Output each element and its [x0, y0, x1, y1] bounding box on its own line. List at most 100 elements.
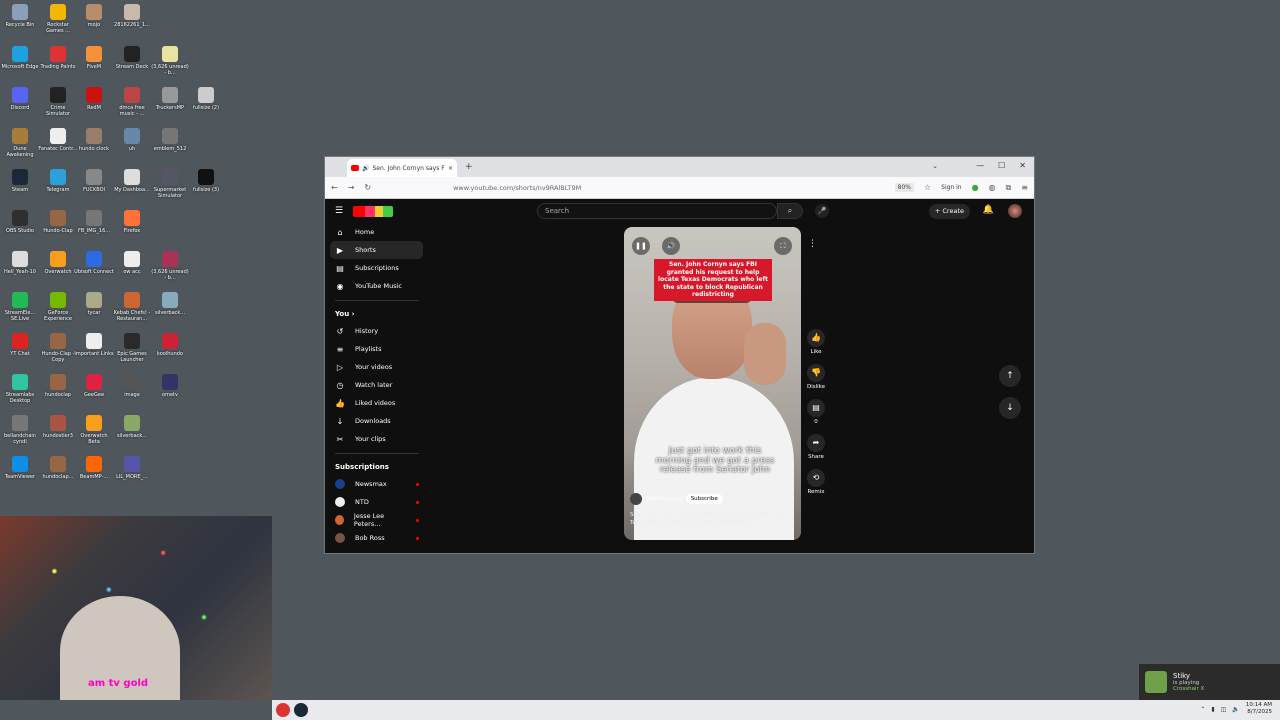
desktop-icon[interactable]: FB_IMG_16...: [74, 210, 114, 234]
subscription-channel[interactable]: Bob Ross: [325, 529, 429, 547]
desktop-icon[interactable]: LIL_MORE_...: [112, 456, 152, 480]
desktop-icon[interactable]: Overwatch Beta: [74, 415, 114, 445]
sidebar-item-downloads[interactable]: ↓ Downloads: [325, 412, 429, 430]
steam-notification-toast[interactable]: Stiky is playing Crosshair X: [1139, 664, 1280, 700]
desktop-icon[interactable]: OBS Studio: [0, 210, 40, 234]
sidebar-item-youtube-music[interactable]: ◉ YouTube Music: [325, 277, 429, 295]
hamburger-menu-icon[interactable]: ☰: [335, 206, 343, 216]
desktop-icon[interactable]: Overwatch: [38, 251, 78, 275]
desktop-icon[interactable]: Trading Paints: [38, 46, 78, 70]
desktop-icon[interactable]: fullsize (3): [186, 169, 226, 193]
back-icon[interactable]: ←: [331, 183, 338, 192]
like-button[interactable]: 👍 Like: [805, 329, 827, 355]
volume-tray-icon[interactable]: 🔈: [1232, 706, 1239, 713]
desktop-icon[interactable]: hundoclap...: [38, 456, 78, 480]
desktop-icon[interactable]: Hundo-Clap - Copy: [38, 333, 78, 363]
desktop-icon[interactable]: tycar: [74, 292, 114, 316]
bookmark-star-icon[interactable]: ☆: [924, 183, 931, 192]
desktop-icon[interactable]: Stream Deck: [112, 46, 152, 70]
desktop-icon[interactable]: Hundo-Clap: [38, 210, 78, 234]
desktop-icon[interactable]: GeeGee: [74, 374, 114, 398]
remix-button[interactable]: ⟲ Remix: [805, 469, 827, 495]
desktop-icon[interactable]: ow acc: [112, 251, 152, 275]
desktop-icon[interactable]: 28162261_1...: [112, 4, 152, 28]
desktop-icon[interactable]: dmca free music - ...: [112, 87, 152, 117]
desktop-icon[interactable]: Dune Awakening: [0, 128, 40, 158]
desktop-icon[interactable]: ometv: [150, 374, 190, 398]
desktop-icon[interactable]: fullsize (2): [186, 87, 226, 111]
desktop-icon[interactable]: Important Links: [74, 333, 114, 357]
desktop-icon[interactable]: koolhundo: [150, 333, 190, 357]
desktop-icon[interactable]: Steam: [0, 169, 40, 193]
desktop-icon[interactable]: TruckersMP: [150, 87, 190, 111]
sidebar-item-watch-later[interactable]: ◷ Watch later: [325, 376, 429, 394]
desktop-icon[interactable]: YT Chat: [0, 333, 40, 357]
desktop-icon[interactable]: uh: [112, 128, 152, 152]
desktop-icon[interactable]: Rockstar Games ...: [38, 4, 78, 34]
desktop-icon[interactable]: hundo clock: [74, 128, 114, 152]
desktop-icon[interactable]: (3,626 unread) - b...: [150, 46, 190, 76]
network-icon[interactable]: ◫: [1221, 706, 1227, 713]
dislike-button[interactable]: 👎 Dislike: [805, 364, 827, 390]
channel-avatar[interactable]: [630, 493, 642, 505]
sidebar-item-subscriptions[interactable]: ▤ Subscriptions: [325, 259, 429, 277]
desktop-icon[interactable]: bellandchain cyndi: [0, 415, 40, 445]
desktop-icon[interactable]: Hell_Yeah-10: [0, 251, 40, 275]
subscribe-button[interactable]: Subscribe: [685, 494, 723, 504]
close-window-icon[interactable]: ✕: [1019, 161, 1026, 170]
sidebar-item-shorts[interactable]: ▶ Shorts: [330, 241, 423, 259]
shorts-player[interactable]: ❚❚ 🔊 ⛶ Sen. John Cornyn says FBI granted…: [624, 227, 801, 540]
browser-menu-icon[interactable]: ≡: [1021, 183, 1028, 192]
desktop-icon[interactable]: StreamEle... SE.Live: [0, 292, 40, 322]
close-tab-icon[interactable]: ×: [448, 165, 453, 172]
forward-icon[interactable]: →: [348, 183, 355, 192]
battery-icon[interactable]: ▮: [1211, 706, 1214, 713]
new-tab-button[interactable]: +: [465, 162, 473, 172]
previous-short-arrow-up-icon[interactable]: ↑: [999, 365, 1021, 387]
search-icon[interactable]: ⌕: [777, 203, 803, 219]
sign-in-button[interactable]: Sign in: [941, 184, 961, 191]
account-icon[interactable]: ◍: [989, 183, 996, 192]
desktop-icon[interactable]: mojo: [74, 4, 114, 28]
comments-button[interactable]: ▤ 0: [805, 399, 827, 425]
desktop-icon[interactable]: (3,626 unread) - b...: [150, 251, 190, 281]
desktop-icon[interactable]: emblem_512: [150, 128, 190, 152]
sidebar-item-liked-videos[interactable]: 👍 Liked videos: [325, 394, 429, 412]
sidebar-item-your-clips[interactable]: ✂ Your clips: [325, 430, 429, 448]
microphone-icon[interactable]: 🎤: [815, 204, 829, 218]
create-button[interactable]: + Create: [928, 204, 970, 219]
youtube-logo[interactable]: [353, 205, 394, 217]
desktop-icon[interactable]: Streamlabs Desktop: [0, 374, 40, 404]
subscription-channel[interactable]: NTD: [325, 493, 429, 511]
share-button[interactable]: ➦ Share: [805, 434, 827, 460]
desktop-icon[interactable]: Supermarket Simulator: [150, 169, 190, 199]
desktop-icon[interactable]: Telegram: [38, 169, 78, 193]
taskbar-clock[interactable]: 10:14 AM 8/7/2025: [1246, 702, 1272, 716]
subscription-channel[interactable]: Newsmax: [325, 475, 429, 493]
desktop-icon[interactable]: hundostier3: [38, 415, 78, 439]
desktop-icon[interactable]: Discord: [0, 87, 40, 111]
search-input[interactable]: Search: [537, 203, 777, 219]
sidebar-item-home[interactable]: ⌂ Home: [325, 223, 429, 241]
desktop-icon[interactable]: Fanatec Contr...: [38, 128, 78, 152]
fullscreen-icon[interactable]: ⛶: [774, 237, 792, 255]
sidebar-item-playlists[interactable]: ≡ Playlists: [325, 340, 429, 358]
desktop-icon[interactable]: silverback...: [112, 415, 152, 439]
desktop-icon[interactable]: Epic Games Launcher: [112, 333, 152, 363]
desktop-icon[interactable]: FiveM: [74, 46, 114, 70]
desktop-icon[interactable]: TeamViewer: [0, 456, 40, 480]
desktop-icon[interactable]: Recycle Bin: [0, 4, 40, 28]
desktop-icon[interactable]: My Dashboa...: [112, 169, 152, 193]
minimize-icon[interactable]: —: [976, 161, 984, 170]
maximize-icon[interactable]: ☐: [998, 161, 1005, 170]
tray-chevron-up-icon[interactable]: ⌃: [1200, 706, 1205, 713]
desktop-icon[interactable]: RedM: [74, 87, 114, 111]
volume-icon[interactable]: 🔊: [662, 237, 680, 255]
desktop-icon[interactable]: silverback...: [150, 292, 190, 316]
notifications-bell-icon[interactable]: 🔔: [983, 205, 994, 215]
subscription-channel[interactable]: Jesse Lee Peters...: [325, 511, 429, 529]
desktop-icon[interactable]: FUCKBOI: [74, 169, 114, 193]
you-section-header[interactable]: You ›: [325, 306, 429, 322]
sidebar-item-your-videos[interactable]: ▷ Your videos: [325, 358, 429, 376]
desktop-icon[interactable]: Firefox: [112, 210, 152, 234]
